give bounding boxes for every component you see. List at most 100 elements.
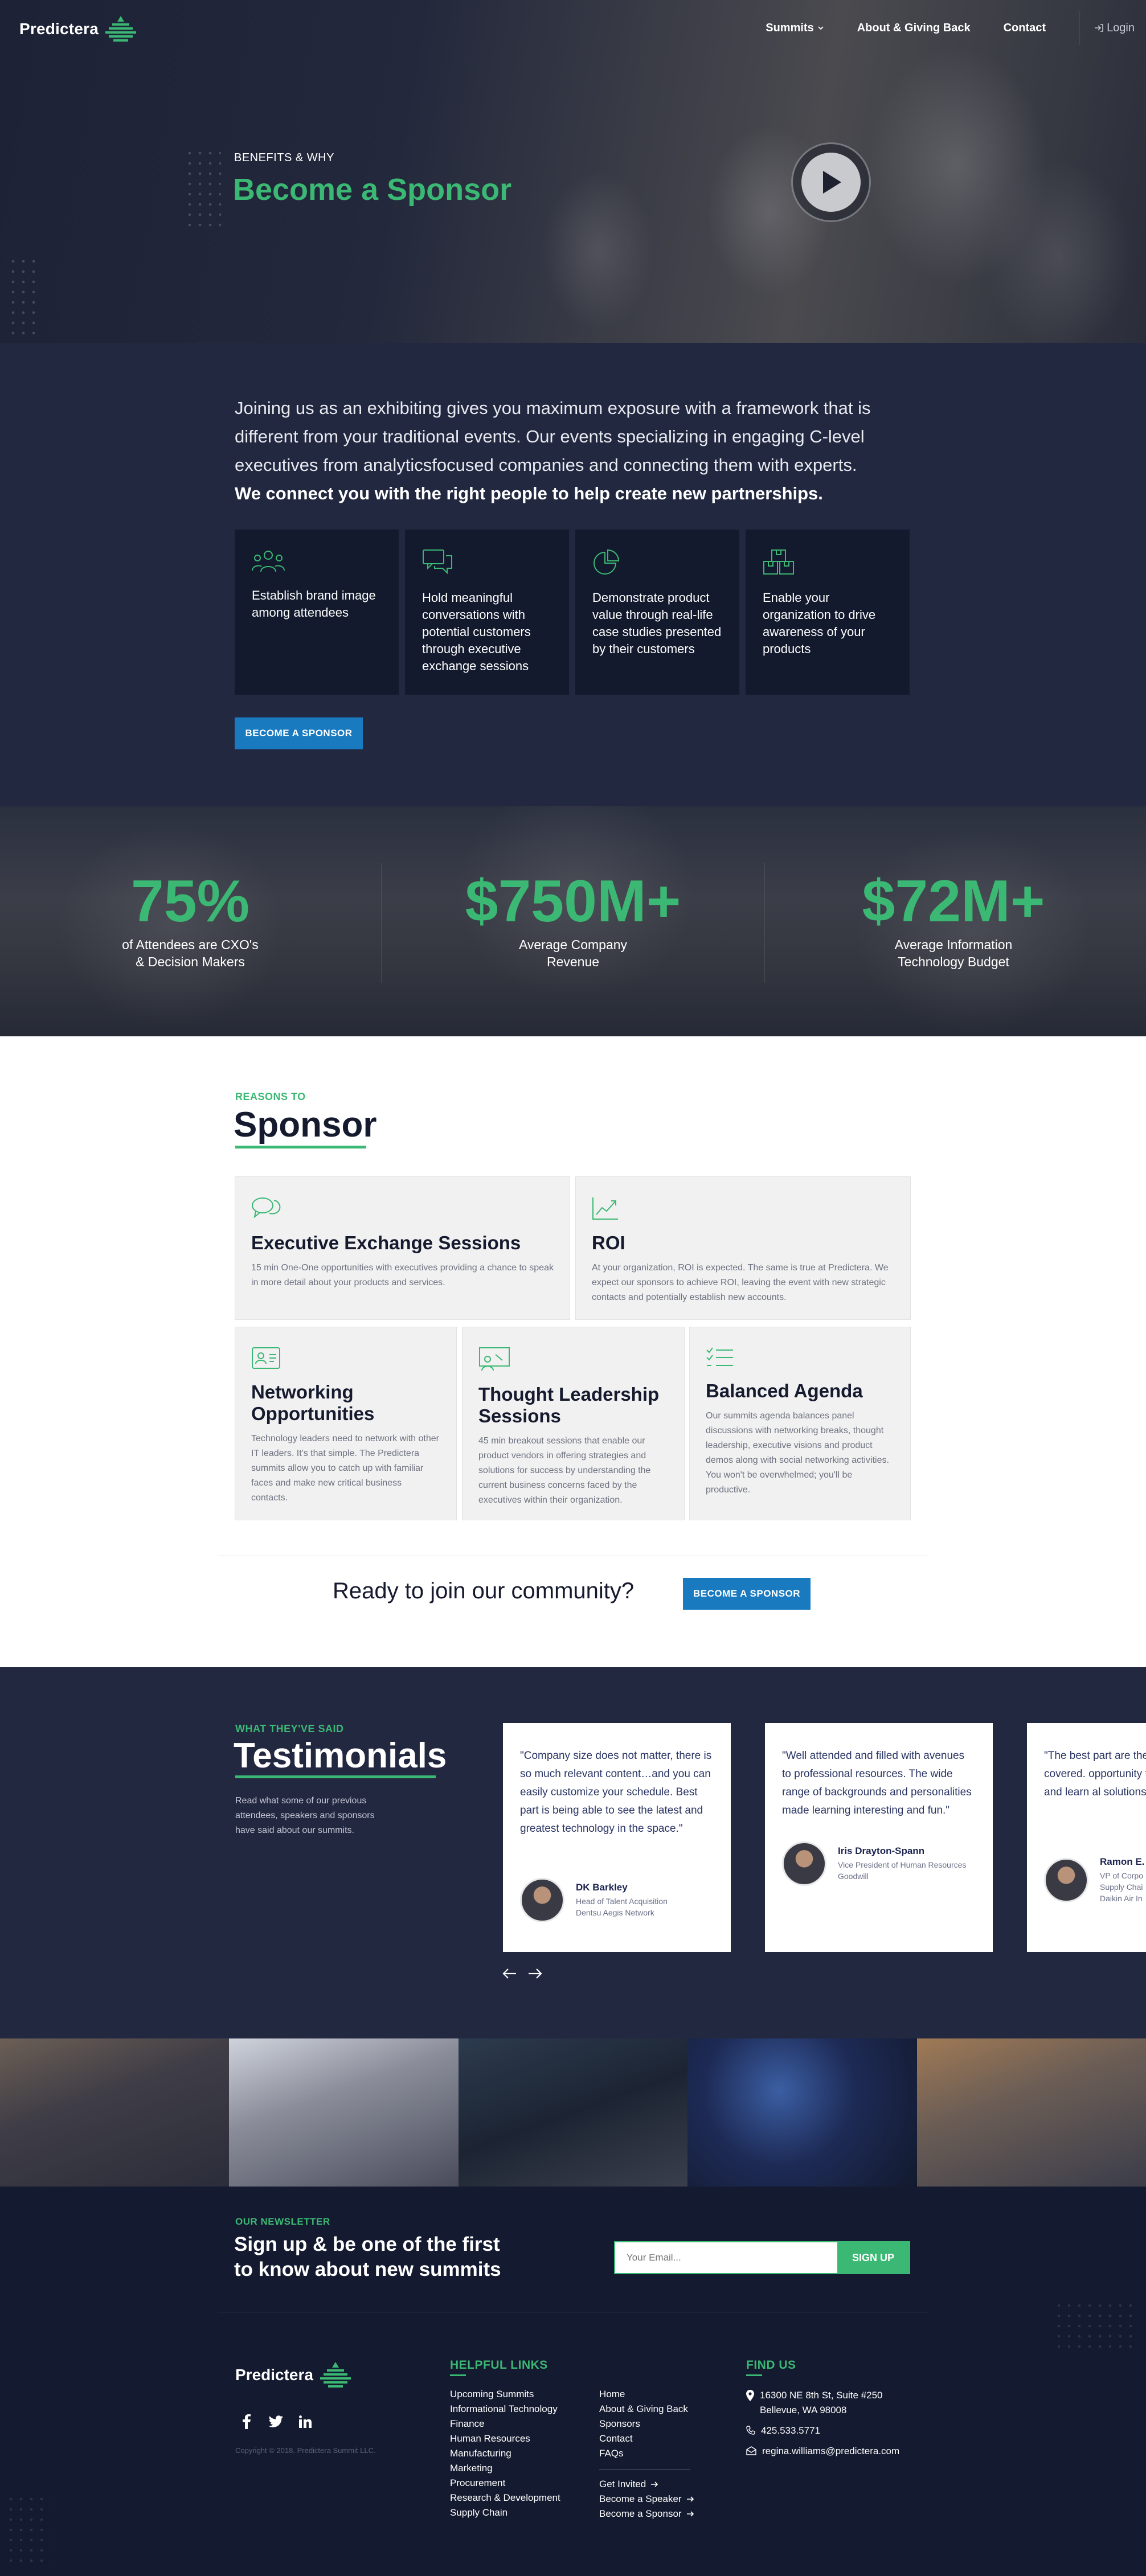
stat-label: Average Information Technology Budget xyxy=(894,937,1013,969)
footer-link[interactable]: Informational Technology xyxy=(450,2402,560,2417)
users-icon xyxy=(252,551,285,572)
nav-summits[interactable]: Summits xyxy=(766,22,824,35)
feature-card: Enable your organization to drive awaren… xyxy=(746,530,910,695)
login-link[interactable]: Login xyxy=(1079,11,1135,45)
testimonial-card: "Well attended and filled with avenues t… xyxy=(765,1723,993,1952)
footer-link[interactable]: Research & Development xyxy=(450,2491,560,2505)
footer-link[interactable]: Manufacturing xyxy=(450,2446,560,2461)
chevron-down-icon xyxy=(818,26,824,30)
footer-link[interactable]: Supply Chain xyxy=(450,2505,560,2520)
feature-text: Establish brand image among attendees xyxy=(252,588,376,620)
reason-text: Technology leaders need to network with … xyxy=(251,1434,439,1503)
footer-link[interactable]: Contact xyxy=(599,2431,688,2446)
footer-logo[interactable]: Predictera xyxy=(235,2361,352,2389)
nav-contact[interactable]: Contact xyxy=(1004,22,1046,35)
footer-link[interactable]: About & Giving Back xyxy=(599,2402,688,2417)
footer-link[interactable]: Finance xyxy=(450,2417,560,2431)
footer-link[interactable]: Upcoming Summits xyxy=(450,2387,560,2402)
intro-bold-text: We connect you with the right people to … xyxy=(235,483,823,503)
newsletter-title: Sign up & be one of the first to know abo… xyxy=(234,2233,501,2280)
testimonials-description: Read what some of our previous attendees… xyxy=(235,1796,375,1835)
play-video-button[interactable] xyxy=(791,142,871,222)
gallery-photo xyxy=(229,2038,459,2187)
footer-link[interactable]: Sponsors xyxy=(599,2417,688,2431)
author-name: Iris Drayton-Spann xyxy=(838,1845,925,1856)
email-input[interactable] xyxy=(615,2242,837,2273)
title-underline xyxy=(235,1775,436,1778)
footer-link[interactable]: Procurement xyxy=(450,2476,560,2491)
avatar xyxy=(1044,1858,1088,1902)
reason-text: 45 min breakout sessions that enable our… xyxy=(478,1436,651,1505)
hero-background-person xyxy=(985,159,1133,343)
presenter-icon xyxy=(479,1347,510,1371)
feature-card: Demonstrate product value through real-l… xyxy=(575,530,739,695)
footer-link[interactable]: Home xyxy=(599,2387,688,2402)
arrow-right-icon xyxy=(651,2481,658,2487)
pie-chart-icon xyxy=(594,549,620,575)
gallery-photo xyxy=(458,2038,688,2187)
testimonial-card: "Company size does not matter, there is … xyxy=(503,1723,731,1952)
become-sponsor-link[interactable]: Become a Sponsor xyxy=(599,2507,694,2521)
facebook-icon[interactable] xyxy=(235,2411,257,2433)
author-role: Vice President of Human Resources Goodwi… xyxy=(838,1860,967,1881)
reasons-kicker: REASONS TO xyxy=(235,1091,306,1102)
links-column-3: Get Invited Become a Speaker Become a Sp… xyxy=(599,2477,694,2521)
heading-underline xyxy=(450,2374,466,2376)
gallery-photo xyxy=(916,2038,1146,2187)
email[interactable]: regina.williams@predictera.com xyxy=(746,2444,899,2459)
arrow-left-icon[interactable] xyxy=(501,1967,517,1980)
reason-text: 15 min One-One opportunities with execut… xyxy=(251,1263,554,1287)
arrow-right-icon[interactable] xyxy=(527,1967,543,1980)
reason-card: Balanced Agenda Our summits agenda balan… xyxy=(689,1327,911,1520)
links-column-2: Home About & Giving Back Sponsors Contac… xyxy=(599,2387,688,2461)
feature-card: Establish brand image among attendees xyxy=(235,530,399,695)
stat-it-budget: $72M+ Average Information Technology Budg… xyxy=(805,870,1102,970)
nav-about[interactable]: About & Giving Back xyxy=(857,22,971,35)
phone-icon xyxy=(746,2426,755,2435)
testimonials-title: Testimonials xyxy=(234,1736,447,1775)
author-name: Ramon E. xyxy=(1100,1856,1145,1867)
photo-gallery xyxy=(0,2038,1146,2187)
get-invited-link[interactable]: Get Invited xyxy=(599,2477,694,2492)
footer-link[interactable]: FAQs xyxy=(599,2446,688,2461)
twitter-icon[interactable] xyxy=(265,2411,286,2433)
intro-paragraph: Joining us as an exhibiting gives you ma… xyxy=(235,394,918,508)
reason-title: Thought Leadership Sessions xyxy=(478,1384,660,1426)
become-sponsor-button[interactable]: BECOME A SPONSOR xyxy=(235,717,363,749)
signup-button[interactable]: SIGN UP xyxy=(837,2242,909,2273)
footer-link[interactable]: Human Resources xyxy=(450,2431,560,2446)
chat-bubbles-icon xyxy=(252,1197,281,1219)
hero-section: Predictera Summits About & Giving Back C… xyxy=(0,0,1146,343)
helpful-links-heading: HELPFUL LINKS xyxy=(450,2358,548,2372)
decorative-dots xyxy=(185,148,221,233)
title-underline xyxy=(235,1146,366,1148)
become-speaker-link[interactable]: Become a Speaker xyxy=(599,2492,694,2507)
reason-card: Thought Leadership Sessions 45 min break… xyxy=(462,1327,685,1520)
copyright: Copyright © 2018. Predictera Summit LLC. xyxy=(235,2446,376,2455)
linkedin-icon[interactable] xyxy=(294,2411,316,2433)
ready-text: Ready to join our community? xyxy=(333,1578,635,1603)
hero-kicker: BENEFITS & WHY xyxy=(234,151,334,164)
footer-link[interactable]: Marketing xyxy=(450,2461,560,2476)
testimonial-card: "The best part are the and topics covere… xyxy=(1027,1723,1146,1952)
avatar xyxy=(520,1878,564,1922)
author-name: DK Barkley xyxy=(576,1882,628,1893)
contact-info: 16300 NE 8th St, Suite #250 Bellevue, WA … xyxy=(746,2388,899,2459)
decorative-dots xyxy=(1054,2300,1139,2352)
stat-attendees: 75% of Attendees are CXO's & Decision Mak… xyxy=(42,870,338,970)
phone[interactable]: 425.533.5771 xyxy=(746,2423,899,2438)
reason-text: Our summits agenda balances panel discus… xyxy=(706,1411,889,1495)
reason-title: Balanced Agenda xyxy=(706,1380,863,1401)
footer-logo-text: Predictera xyxy=(235,2366,313,2384)
trending-up-icon xyxy=(592,1197,618,1220)
become-sponsor-button-2[interactable]: BECOME A SPONSOR xyxy=(683,1578,811,1610)
logo[interactable]: Predictera xyxy=(19,15,137,43)
hero-title: Become a Sponsor xyxy=(233,173,512,207)
stat-label: Average Company Revenue xyxy=(518,937,628,969)
logo-icon xyxy=(105,16,136,42)
stats-section: 75% of Attendees are CXO's & Decision Mak… xyxy=(0,806,1146,1036)
testimonial-quote: "Company size does not matter, there is … xyxy=(520,1750,712,1835)
main-nav: Summits About & Giving Back Contact Logi… xyxy=(766,11,1146,45)
feature-text: Hold meaningful conversations with poten… xyxy=(422,590,531,673)
gallery-photo xyxy=(0,2038,230,2187)
